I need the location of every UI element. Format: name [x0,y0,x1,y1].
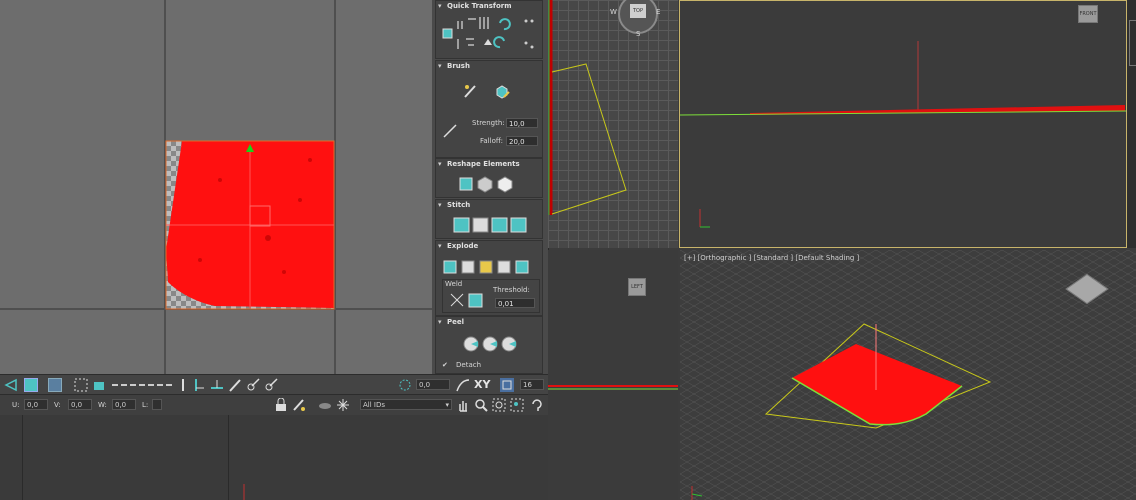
lock-icon[interactable] [274,398,288,412]
right-scroll-box[interactable] [1129,20,1136,66]
uv-editor-toolbar: 0,0 XY 16 [0,374,548,395]
angle-spinner[interactable]: 0,0 [416,379,450,390]
peel-header[interactable]: Peel [436,317,542,328]
reshape-icons[interactable] [458,175,518,193]
zoom-extents-icon[interactable] [510,398,524,412]
v-field[interactable]: 0,0 [68,399,92,410]
display-icon[interactable] [318,398,332,412]
lower-divider [22,414,23,500]
uv-editor-canvas[interactable] [0,0,432,374]
brush-header[interactable]: Brush [436,61,542,72]
threshold-label: Threshold: [493,286,530,294]
axis-tripod-icon [243,484,245,500]
uv-shell[interactable] [0,0,432,374]
viewport-left[interactable]: LEFT [548,250,678,500]
stitch-icons[interactable] [452,216,532,234]
relax-tool-icon[interactable] [246,378,260,392]
front-view-geometry [680,41,1126,228]
compass-s-label: S [636,30,641,38]
brush-tool-icon[interactable] [228,378,242,392]
reshape-elements-rollout: Reshape Elements [435,158,543,198]
unwrap-tools-panel: Quick Transform Brush Strength: 10,0 [432,0,549,374]
snap-value-spinner[interactable]: 16 [520,379,544,390]
l-toggle[interactable] [152,399,162,410]
ring-loop-icons[interactable] [112,382,172,388]
falloff-spinner[interactable]: 20,0 [506,136,538,146]
viewcube-front[interactable]: FRONT [1078,5,1098,23]
soft-select-icon[interactable] [292,398,306,412]
strength-label: Strength: [472,119,505,127]
u-field[interactable]: 0,0 [24,399,48,410]
pin-tool-icon[interactable] [264,378,278,392]
compass-w-label: W [610,8,617,16]
quick-transform-icons[interactable] [440,15,540,55]
weld-icons[interactable] [449,292,485,308]
brush-line-icon[interactable] [442,123,458,139]
viewport-front[interactable]: FRONT [679,0,1127,248]
detach-checkbox[interactable]: ✔ [442,361,448,369]
strength-spinner[interactable]: 10,0 [506,118,538,128]
relax-brush-icon[interactable] [494,83,510,99]
stitch-header[interactable]: Stitch [436,200,542,211]
w-label: W: [98,401,107,409]
explode-icons[interactable] [442,257,540,275]
material-id-value: All IDs [363,401,386,409]
v-label: V: [54,401,61,409]
w-field[interactable]: 0,0 [112,399,136,410]
right-edge-strip [1127,0,1136,248]
viewcube-left[interactable]: LEFT [628,278,646,296]
reshape-elements-header[interactable]: Reshape Elements [436,159,542,170]
material-id-dropdown[interactable]: All IDs ▾ [360,399,452,410]
u-label: U: [12,401,20,409]
element-mode-icon[interactable] [48,378,62,392]
peel-icons[interactable] [462,335,522,353]
chevron-down-icon: ▾ [445,401,449,409]
left-view-geometry [548,385,678,390]
threshold-spinner[interactable]: 0,01 [495,298,535,308]
curve-icon[interactable] [456,378,470,392]
xy-toggle[interactable]: XY [474,378,490,391]
viewport-perspective[interactable]: [+] [Orthographic ] [Standard ] [Default… [680,250,1136,500]
weld-group: Weld Threshold: 0,01 [442,279,540,313]
paint-brush-icon[interactable] [462,83,478,99]
rotate-angle-icon[interactable] [398,378,412,392]
brush-rollout: Brush Strength: 10,0 Falloff: 20,0 [435,60,543,158]
pan-hand-icon[interactable] [456,398,470,412]
lower-workspace [0,414,548,500]
select-region-icon[interactable] [74,378,88,392]
stitch-rollout: Stitch [435,199,543,239]
zoom-region-icon[interactable] [492,398,506,412]
question-hook-icon[interactable] [530,398,544,412]
quick-transform-header[interactable]: Quick Transform [436,1,542,12]
align-horizontal-icon[interactable] [210,378,224,392]
l-label: L: [142,401,149,409]
viewcube-top-face[interactable]: TOP [630,4,646,18]
align-icon[interactable] [192,378,206,392]
snap-grid-icon[interactable] [500,378,514,392]
falloff-label: Falloff: [480,137,504,145]
explode-rollout: Explode Weld Threshold: 0,01 [435,240,543,316]
vertex-mode-icon[interactable] [4,378,18,392]
compass-e-label: E [656,8,661,16]
explode-header[interactable]: Explode [436,241,542,252]
top-view-geometry [548,0,627,215]
detach-label: Detach [456,361,482,369]
select-paint-icon[interactable] [92,378,106,392]
peel-rollout: Peel ✔ Detach [435,316,543,374]
face-mode-icon[interactable] [24,378,38,392]
freeze-icon[interactable] [336,398,350,412]
weld-label: Weld [445,280,463,288]
zoom-icon[interactable] [474,398,488,412]
toolbar-separator-icon [182,379,184,391]
lower-divider [228,414,229,500]
uv-editor-statusbar: U: 0,0 V: 0,0 W: 0,0 L: All IDs ▾ [0,394,548,415]
quick-transform-rollout: Quick Transform [435,0,543,59]
viewport-top[interactable]: TOP W E S [548,0,678,248]
